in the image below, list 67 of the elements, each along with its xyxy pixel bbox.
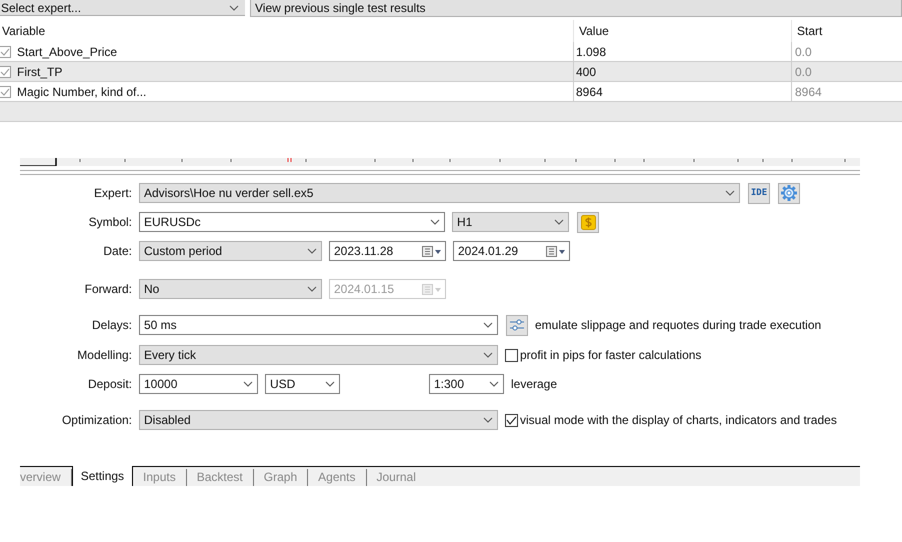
dropdown[interactable]: Disabled	[139, 410, 498, 430]
chevron-down-icon	[307, 248, 317, 254]
field-label: Modelling:	[76, 348, 132, 362]
value-cell[interactable]: 8964	[573, 82, 791, 101]
checkbox[interactable]	[505, 348, 518, 362]
sliders-button[interactable]	[506, 314, 528, 336]
calendar-icon	[422, 246, 442, 256]
dropdown[interactable]: No	[139, 279, 322, 299]
calendar-icon	[546, 246, 566, 256]
chevron-down-icon	[725, 190, 735, 196]
checkbox-label: profit in pips for faster calculations	[520, 348, 702, 362]
column-header[interactable]: Start	[791, 20, 902, 42]
chevron-down-icon	[325, 381, 335, 387]
start-cell: 8964	[791, 82, 902, 101]
value-cell[interactable]: 1.098	[573, 42, 791, 61]
value-cell[interactable]: 400	[573, 62, 791, 81]
column-header[interactable]: Value	[573, 20, 791, 42]
chevron-down-icon	[483, 322, 493, 328]
option-label: emulate slippage and requotes during trade execution	[535, 318, 822, 332]
dollar-icon	[580, 214, 596, 230]
field-label: Expert:	[92, 186, 132, 200]
field-label: Symbol:	[88, 215, 132, 229]
dropdown[interactable]: 50 ms	[139, 315, 498, 335]
field-label: Forward:	[84, 282, 132, 296]
date-field[interactable]: 2023.11.28	[329, 241, 446, 261]
settings-icon	[781, 185, 797, 201]
chevron-down-icon	[489, 381, 499, 387]
variable-name: First_TP	[17, 64, 62, 78]
option-label: leverage	[511, 377, 558, 391]
dropdown[interactable]: 1:300	[429, 374, 504, 394]
checkbox[interactable]	[0, 86, 11, 98]
checkbox[interactable]	[0, 46, 11, 58]
checkbox-label: visual mode with the display of charts, indicators and trades	[520, 413, 837, 427]
results-button[interactable]: View previous single test results	[250, 0, 902, 17]
field-label: Optimization:	[60, 413, 132, 427]
dropdown[interactable]: EURUSDc	[139, 212, 445, 232]
dropdown[interactable]: H1	[452, 212, 569, 232]
field-label: Date:	[102, 244, 132, 258]
chevron-down-icon	[229, 4, 239, 10]
date-field[interactable]: 2024.01.29	[453, 241, 570, 261]
chevron-down-icon	[243, 381, 253, 387]
sliders-icon	[510, 319, 524, 331]
dropdown[interactable]: Every tick	[139, 345, 498, 365]
checkbox[interactable]	[0, 66, 11, 78]
expert-select[interactable]: Select expert...	[0, 0, 245, 16]
variable-name: Magic Number, kind of...	[17, 84, 146, 98]
start-cell: 0.0	[791, 62, 902, 81]
tab[interactable]: Settings	[72, 466, 134, 486]
calendar-icon	[422, 284, 442, 294]
settings-button[interactable]	[778, 182, 800, 204]
checkbox[interactable]	[505, 414, 518, 426]
dropdown[interactable]: USD	[265, 374, 340, 394]
currency-button[interactable]	[577, 212, 599, 232]
chevron-down-icon	[307, 286, 317, 292]
dropdown[interactable]: 10000	[139, 374, 258, 394]
field-label: Deposit:	[86, 377, 132, 391]
column-header[interactable]: Variable	[0, 20, 573, 42]
field-label: Delays:	[90, 318, 132, 332]
chevron-down-icon	[483, 352, 493, 358]
variable-name: Start_Above_Price	[17, 44, 118, 58]
chevron-down-icon	[430, 219, 440, 225]
dropdown[interactable]: Custom period	[139, 241, 322, 261]
start-cell: 0.0	[791, 42, 902, 61]
dropdown[interactable]: Advisors\Hoe nu verder sell.ex5	[139, 183, 740, 203]
chevron-down-icon	[483, 417, 493, 423]
ide-button[interactable]: IDE	[748, 182, 770, 204]
chevron-down-icon	[554, 219, 564, 225]
